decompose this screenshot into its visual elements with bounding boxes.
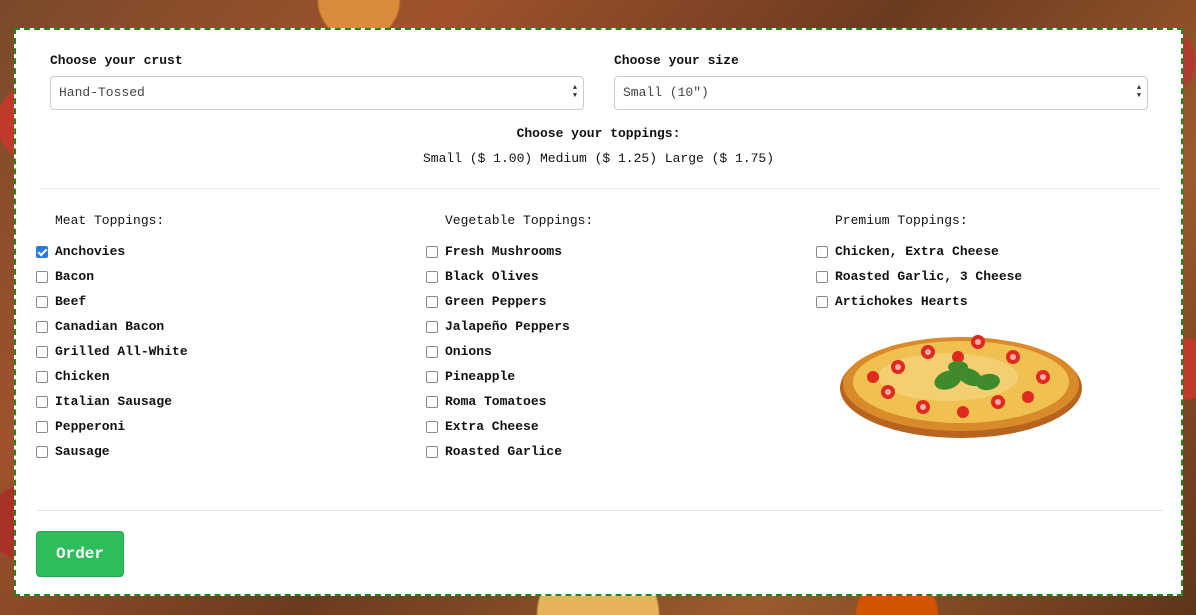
order-button[interactable]: Order (36, 531, 124, 577)
meat-toppings-heading: Meat Toppings: (55, 213, 165, 228)
topping-item[interactable]: Roasted Garlic, 3 Cheese (816, 267, 1176, 292)
size-label: Choose your size (614, 53, 739, 68)
topping-item[interactable]: Grilled All-White (36, 342, 396, 367)
meat-toppings-list: Anchovies Bacon Beef Canadian Bacon Grilled … (36, 242, 396, 467)
topping-item[interactable]: Bacon (36, 267, 396, 292)
topping-checkbox[interactable] (426, 270, 438, 283)
vegetable-toppings-heading: Vegetable Toppings: (445, 213, 594, 228)
topping-item[interactable]: Chicken, Extra Cheese (816, 242, 1176, 267)
topping-item[interactable]: Black Olives (426, 267, 786, 292)
select-arrows-icon: ▲ ▼ (572, 84, 578, 100)
topping-checkbox[interactable] (36, 370, 48, 383)
topping-item[interactable]: Extra Cheese (426, 417, 786, 442)
topping-item[interactable]: Onions (426, 342, 786, 367)
order-form-card: Choose your crust Hand-Tossed ▲ ▼ Choose … (14, 28, 1183, 596)
topping-checkbox[interactable] (36, 295, 48, 308)
topping-checkbox[interactable] (36, 445, 48, 458)
topping-label: Artichokes Hearts (835, 294, 968, 309)
topping-item[interactable]: Roasted Garlice (426, 442, 786, 467)
meat-toppings-column: Meat Toppings: Anchovies Bacon Beef Canadia… (36, 212, 396, 467)
vegetable-toppings-list: Fresh Mushrooms Black Olives Green Peppers… (426, 242, 786, 467)
divider (36, 510, 1164, 511)
topping-checkbox[interactable] (426, 445, 438, 458)
premium-toppings-list: Chicken, Extra Cheese Roasted Garlic, 3 C… (816, 242, 1176, 317)
select-row: Choose your crust Hand-Tossed ▲ ▼ Choose … (50, 52, 1150, 112)
topping-item[interactable]: Canadian Bacon (36, 317, 396, 342)
topping-checkbox[interactable] (36, 345, 48, 358)
topping-label: Fresh Mushrooms (445, 244, 563, 259)
topping-label: Roma Tomatoes (445, 394, 547, 409)
pizza-image (840, 335, 1082, 438)
topping-checkbox[interactable] (816, 270, 828, 283)
topping-checkbox[interactable] (426, 245, 438, 258)
topping-checkbox[interactable] (426, 345, 438, 358)
crust-select-value: Hand-Tossed (59, 85, 145, 100)
topping-checkbox[interactable] (426, 320, 438, 333)
topping-label: Black Olives (445, 269, 539, 284)
size-select[interactable]: Small (10") ▲ ▼ (614, 76, 1148, 110)
topping-label: Jalapeño Peppers (445, 319, 570, 334)
topping-checkbox[interactable] (36, 420, 48, 433)
crust-label: Choose your crust (50, 53, 183, 68)
topping-checkbox[interactable] (36, 245, 48, 258)
topping-label: Grilled All-White (55, 344, 188, 359)
topping-item[interactable]: Italian Sausage (36, 392, 396, 417)
topping-label: Sausage (55, 444, 110, 459)
topping-item[interactable]: Pineapple (426, 367, 786, 392)
topping-checkbox[interactable] (816, 295, 828, 308)
topping-item[interactable]: Artichokes Hearts (816, 292, 1176, 317)
topping-label: Pepperoni (55, 419, 126, 434)
vegetable-toppings-column: Vegetable Toppings: Fresh Mushrooms Black… (426, 212, 786, 467)
topping-label: Pineapple (445, 369, 516, 384)
divider (40, 188, 1160, 189)
crust-select[interactable]: Hand-Tossed ▲ ▼ (50, 76, 584, 110)
topping-item[interactable]: Chicken (36, 367, 396, 392)
topping-label: Roasted Garlice (445, 444, 563, 459)
topping-checkbox[interactable] (426, 395, 438, 408)
topping-label: Onions (445, 344, 492, 359)
size-select-value: Small (10") (623, 85, 709, 100)
topping-label: Extra Cheese (445, 419, 539, 434)
topping-checkbox[interactable] (36, 270, 48, 283)
topping-checkbox[interactable] (426, 370, 438, 383)
topping-item[interactable]: Sausage (36, 442, 396, 467)
topping-item[interactable]: Jalapeño Peppers (426, 317, 786, 342)
topping-label: Roasted Garlic, 3 Cheese (835, 269, 1023, 284)
topping-checkbox[interactable] (426, 295, 438, 308)
topping-label: Chicken, Extra Cheese (835, 244, 999, 259)
select-arrows-icon: ▲ ▼ (1136, 84, 1142, 100)
topping-checkbox[interactable] (36, 395, 48, 408)
toppings-title: Choose your toppings: (516, 126, 681, 141)
topping-item[interactable]: Pepperoni (36, 417, 396, 442)
topping-label: Anchovies (55, 244, 126, 259)
topping-label: Green Peppers (445, 294, 547, 309)
topping-label: Beef (55, 294, 87, 309)
size-group: Choose your size Small (10") ▲ ▼ (614, 52, 1148, 110)
topping-label: Canadian Bacon (55, 319, 165, 334)
topping-label: Chicken (55, 369, 110, 384)
premium-toppings-column: Premium Toppings: Chicken, Extra Cheese R… (816, 212, 1176, 317)
toppings-prices: Small ($ 1.00) Medium ($ 1.25) Large ($ … (422, 151, 775, 166)
crust-group: Choose your crust Hand-Tossed ▲ ▼ (50, 52, 584, 110)
topping-item[interactable]: Beef (36, 292, 396, 317)
topping-checkbox[interactable] (426, 420, 438, 433)
topping-checkbox[interactable] (816, 245, 828, 258)
topping-item[interactable]: Fresh Mushrooms (426, 242, 786, 267)
topping-label: Bacon (55, 269, 95, 284)
topping-label: Italian Sausage (55, 394, 173, 409)
topping-item[interactable]: Roma Tomatoes (426, 392, 786, 417)
topping-checkbox[interactable] (36, 320, 48, 333)
topping-item[interactable]: Anchovies (36, 242, 396, 267)
topping-item[interactable]: Green Peppers (426, 292, 786, 317)
premium-toppings-heading: Premium Toppings: (835, 213, 968, 228)
